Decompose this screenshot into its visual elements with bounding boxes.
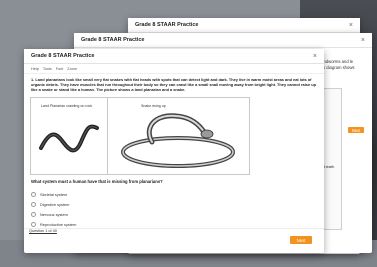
window-titlebar: Grade 8 STAAR Practice × [128, 18, 360, 33]
window-title: Grade 8 STAAR Practice [31, 53, 95, 59]
choice-label: Reproductive system [40, 221, 77, 227]
snake-image [121, 113, 235, 168]
next-button[interactable]: Next [290, 236, 312, 244]
close-icon[interactable]: × [313, 53, 317, 60]
close-icon[interactable]: × [349, 22, 353, 29]
question-text: 1. Land planarians look like small very … [31, 77, 316, 93]
choice-c[interactable]: Nervous system [31, 209, 76, 219]
close-icon[interactable]: × [361, 37, 365, 44]
choice-label: Nervous system [40, 211, 68, 217]
answer-choices: Skeletal system Digestive system Nervous… [31, 189, 76, 229]
next-button[interactable]: Next [348, 127, 364, 133]
window-title: Grade 8 STAAR Practice [81, 37, 145, 43]
radio-icon[interactable] [31, 201, 36, 207]
toolbar-tools[interactable]: Tools [43, 67, 52, 71]
radio-icon[interactable] [31, 211, 36, 217]
choice-label: Skeletal system [40, 191, 68, 197]
question-prompt: What system must a human have that is mi… [31, 179, 163, 184]
toolbar-help[interactable]: Help [31, 67, 39, 71]
toolbar: Help Tools Font Zoom [24, 64, 324, 74]
window-titlebar: Grade 8 STAAR Practice × [24, 49, 324, 64]
question-counter[interactable]: Question 1 of 40 [29, 229, 57, 233]
planarian-image [39, 124, 99, 153]
choice-label: Digestive system [40, 201, 70, 207]
radio-icon[interactable] [31, 191, 36, 197]
window-title: Grade 8 STAAR Practice [135, 22, 199, 28]
window-titlebar: Grade 8 STAAR Practice × [74, 33, 372, 48]
toolbar-font[interactable]: Font [56, 67, 64, 71]
choice-a[interactable]: Skeletal system [31, 189, 76, 199]
footer-divider [24, 228, 324, 229]
toolbar-zoom[interactable]: Zoom [67, 67, 77, 71]
practice-window-front: Grade 8 STAAR Practice × Help Tools Font… [24, 49, 324, 253]
radio-icon[interactable] [31, 221, 36, 227]
question-figure: Land Planarian crawling on rock Snake ri… [30, 97, 250, 175]
choice-b[interactable]: Digestive system [31, 199, 76, 209]
